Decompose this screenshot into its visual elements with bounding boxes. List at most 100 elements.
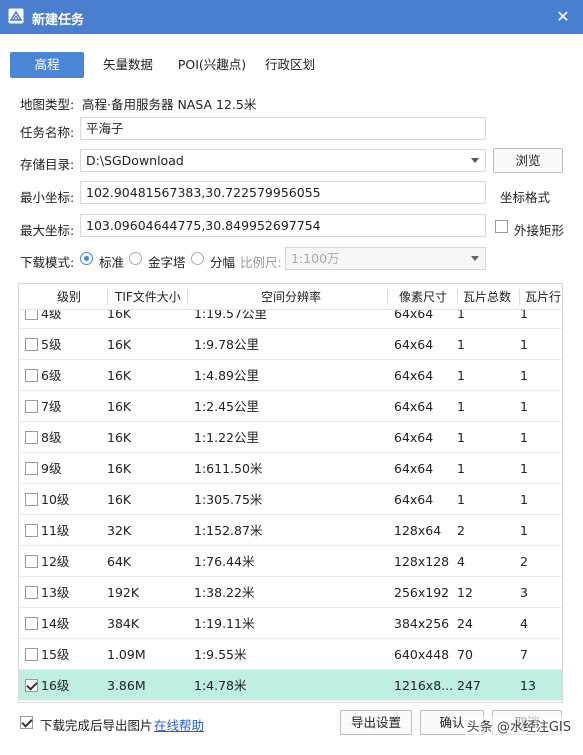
cell-level: 13级 <box>41 585 70 600</box>
cell-resolution: 1:9.55米 <box>194 647 247 662</box>
cell-tif-size: 64K <box>107 554 132 569</box>
min-coord-input[interactable]: 102.90481567383,30.722579956055 <box>80 181 486 204</box>
close-icon[interactable]: ✕ <box>551 5 575 29</box>
cell-tile-rows: 7 <box>520 647 528 662</box>
cell-tif-size: 16K <box>107 492 132 507</box>
table-row[interactable]: 16级 3.86M 1:4.78米 1216x8... 247 13 <box>19 670 562 701</box>
task-name-input[interactable]: 平海子 <box>80 117 486 140</box>
cell-level: 8级 <box>41 430 62 445</box>
table-row[interactable]: 13级 192K 1:38.22米 256x192 12 3 <box>19 577 562 608</box>
cell-level: 9级 <box>41 461 62 476</box>
cell-resolution: 1:76.44米 <box>194 554 255 569</box>
cell-pixels: 128x128 <box>394 554 450 569</box>
export-after-checkbox[interactable] <box>20 716 33 729</box>
mode-standard-radio[interactable] <box>80 252 93 265</box>
cell-tile-rows: 2 <box>520 554 528 569</box>
table-row[interactable]: 12级 64K 1:76.44米 128x128 4 2 <box>19 546 562 577</box>
row-checkbox[interactable] <box>25 555 38 568</box>
mode-tiled-label: 分幅 <box>210 255 236 270</box>
cell-tif-size: 16K <box>107 430 132 445</box>
scale-select[interactable]: 1:100万 <box>285 247 486 270</box>
table-row[interactable]: 8级 16K 1:1.22公里 64x64 1 1 <box>19 422 562 453</box>
table-row[interactable]: 14级 384K 1:19.11米 384x256 24 4 <box>19 608 562 639</box>
export-after-label: 下载完成后导出图片 <box>40 718 153 733</box>
cell-tif-size: 192K <box>107 585 140 600</box>
cell-level: 16级 <box>41 678 70 693</box>
export-settings-button[interactable]: 导出设置 <box>340 710 412 735</box>
cell-pixels: 64x64 <box>394 430 434 445</box>
bounding-rect-label: 外接矩形 <box>514 223 565 238</box>
storage-dir-label: 存储目录: <box>20 157 75 172</box>
map-type-label: 地图类型: <box>20 97 75 112</box>
cell-tif-size: 32K <box>107 523 132 538</box>
cell-resolution: 1:152.87米 <box>194 523 263 538</box>
cell-pixels: 1216x8... <box>394 678 452 693</box>
tab-elevation[interactable]: 高程 <box>10 52 84 78</box>
cell-tile-total: 1 <box>457 399 465 414</box>
storage-dir-select[interactable]: D:\SGDownload <box>80 149 486 172</box>
mode-standard-label: 标准 <box>99 255 125 270</box>
task-name-label: 任务名称: <box>20 125 75 140</box>
mode-pyramid-label: 金字塔 <box>148 255 186 270</box>
min-coord-label: 最小坐标: <box>20 190 75 205</box>
cell-tile-rows: 1 <box>520 430 528 445</box>
table-row[interactable]: 11级 32K 1:152.87米 128x64 2 1 <box>19 515 562 546</box>
row-checkbox[interactable] <box>25 648 38 661</box>
table-row[interactable]: 6级 16K 1:4.89公里 64x64 1 1 <box>19 360 562 391</box>
bounding-rect-checkbox[interactable] <box>495 220 508 233</box>
cell-tile-total: 4 <box>457 554 465 569</box>
cell-resolution: 1:1.22公里 <box>194 430 259 445</box>
cell-resolution: 1:611.50米 <box>194 461 263 476</box>
row-checkbox[interactable] <box>25 400 38 413</box>
row-checkbox[interactable] <box>25 338 38 351</box>
row-checkbox[interactable] <box>25 617 38 630</box>
chevron-down-icon <box>471 158 479 163</box>
cell-pixels: 384x256 <box>394 616 450 631</box>
max-coord-input[interactable]: 103.09604644775,30.849952697754 <box>80 214 486 237</box>
window-title: 新建任务 <box>32 13 85 28</box>
cell-pixels: 256x192 <box>394 585 450 600</box>
cell-tif-size: 16K <box>107 461 132 476</box>
row-checkbox[interactable] <box>25 369 38 382</box>
cell-resolution: 1:4.89公里 <box>194 368 259 383</box>
cell-tile-total: 1 <box>457 337 465 352</box>
row-checkbox[interactable] <box>25 586 38 599</box>
max-coord-label: 最大坐标: <box>20 223 75 238</box>
cell-pixels: 64x64 <box>394 399 434 414</box>
cell-tile-total: 24 <box>457 616 473 631</box>
browse-button[interactable]: 浏览 <box>493 148 563 173</box>
col-header-tif-size: TIF文件大小 <box>115 290 181 304</box>
mode-pyramid-radio[interactable] <box>129 252 142 265</box>
table-row[interactable]: 10级 16K 1:305.75米 64x64 1 1 <box>19 484 562 515</box>
table-row[interactable]: 15级 1.09M 1:9.55米 640x448 70 7 <box>19 639 562 670</box>
cell-tile-total: 12 <box>457 585 473 600</box>
online-help-link[interactable]: 在线帮助 <box>154 715 204 734</box>
tab-poi[interactable]: POI(兴趣点) <box>172 52 252 78</box>
row-checkbox[interactable] <box>25 431 38 444</box>
cell-tif-size: 16K <box>107 368 132 383</box>
tab-vector-data[interactable]: 矢量数据 <box>96 52 160 78</box>
row-checkbox[interactable] <box>25 493 38 506</box>
cell-tile-rows: 1 <box>520 337 528 352</box>
cell-tile-total: 1 <box>457 368 465 383</box>
table-row[interactable]: 7级 16K 1:2.45公里 64x64 1 1 <box>19 391 562 422</box>
cell-tile-rows: 1 <box>520 523 528 538</box>
table-row[interactable]: 9级 16K 1:611.50米 64x64 1 1 <box>19 453 562 484</box>
scale-value: 1:100万 <box>291 251 340 266</box>
table-header: 级别 TIF文件大小 空间分辨率 像素尺寸 瓦片总数 瓦片行 <box>19 284 562 310</box>
table-row[interactable]: 5级 16K 1:9.78公里 64x64 1 1 <box>19 329 562 360</box>
cell-level: 10级 <box>41 492 70 507</box>
cell-tile-total: 1 <box>457 430 465 445</box>
row-checkbox[interactable] <box>25 462 38 475</box>
storage-dir-value: D:\SGDownload <box>86 153 184 168</box>
mode-tiled-radio[interactable] <box>191 252 204 265</box>
coord-format-button[interactable]: 坐标格式 <box>500 187 550 206</box>
row-checkbox[interactable] <box>25 524 38 537</box>
cell-tif-size: 1.09M <box>107 647 146 662</box>
col-header-resolution: 空间分辨率 <box>261 290 322 304</box>
row-checkbox[interactable] <box>25 679 38 692</box>
cell-level: 6级 <box>41 368 62 383</box>
tab-admin-division[interactable]: 行政区划 <box>260 52 320 78</box>
cell-tile-rows: 1 <box>520 461 528 476</box>
cell-resolution: 1:19.11米 <box>194 616 255 631</box>
